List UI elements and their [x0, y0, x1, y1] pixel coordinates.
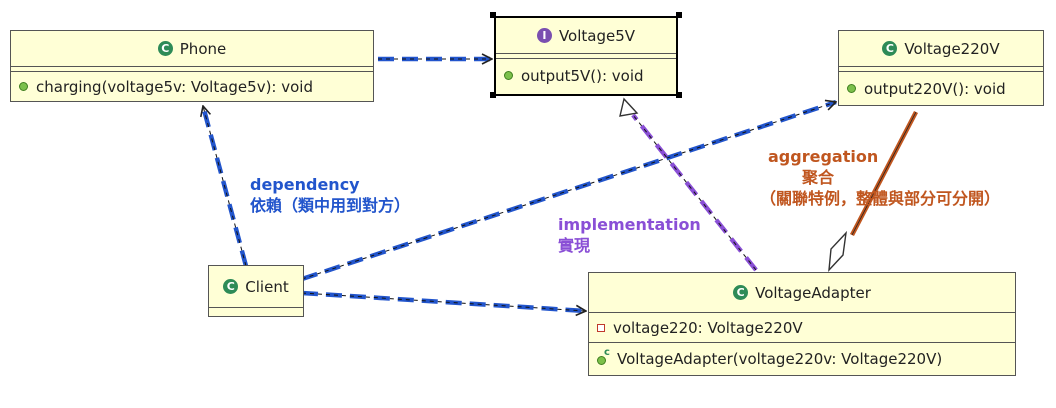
- note-implementation-desc: 實現: [558, 236, 591, 255]
- public-method-icon: [847, 84, 856, 93]
- class-client[interactable]: C Client: [208, 265, 304, 317]
- class-voltage220v-header: C Voltage220V: [839, 31, 1043, 67]
- note-aggregation: aggregation 聚合 （關聯特例，整體與部分可分開）: [760, 146, 1044, 209]
- class-voltage220v-name: Voltage220V: [904, 39, 1000, 58]
- constructor-icon: c: [597, 347, 610, 365]
- constructor-marker: c: [604, 347, 610, 358]
- public-method-icon: [504, 71, 513, 80]
- dependency-client-phone: [203, 106, 249, 267]
- note-aggregation-title: aggregation: [768, 147, 879, 166]
- selection-handle-top-right[interactable]: [676, 12, 682, 18]
- class-client-header: C Client: [209, 266, 303, 308]
- public-method-icon: [19, 82, 28, 91]
- class-icon: C: [882, 41, 898, 56]
- note-dependency-title: dependency: [250, 175, 360, 194]
- interface-voltage5v-method-text: output5V(): void: [521, 66, 644, 85]
- class-phone-header: C Phone: [11, 31, 373, 67]
- class-icon: C: [733, 285, 749, 300]
- selection-handle-bottom-left[interactable]: [490, 92, 496, 98]
- note-dependency-desc: 依賴（類中用到對方）: [250, 196, 411, 215]
- class-phone[interactable]: C Phone charging(voltage5v: Voltage5v): …: [10, 30, 374, 102]
- interface-voltage5v-header: I Voltage5V: [496, 18, 676, 54]
- class-voltage-adapter-name: VoltageAdapter: [755, 283, 871, 302]
- class-phone-method-text: charging(voltage5v: Voltage5v): void: [36, 77, 313, 96]
- interface-voltage5v-method[interactable]: output5V(): void: [496, 59, 676, 92]
- class-voltage-adapter-constructor[interactable]: c VoltageAdapter(voltage220v: Voltage220…: [589, 343, 1015, 375]
- interface-voltage5v-name: Voltage5V: [558, 26, 636, 45]
- class-voltage-adapter-field-text: voltage220: Voltage220V: [613, 318, 803, 337]
- class-client-attributes: [209, 308, 303, 313]
- class-voltage-adapter-header: C VoltageAdapter: [589, 273, 1015, 313]
- class-client-name: Client: [245, 277, 289, 296]
- note-aggregation-cn: 聚合: [802, 168, 835, 187]
- note-implementation-title: implementation: [558, 215, 701, 234]
- class-voltage220v-method-text: output220V(): void: [864, 79, 1006, 98]
- class-icon: C: [223, 279, 239, 294]
- private-field-icon: [597, 323, 605, 332]
- class-voltage220v[interactable]: C Voltage220V output220V(): void: [838, 30, 1044, 106]
- interface-icon: I: [536, 28, 552, 43]
- class-phone-name: Phone: [179, 39, 227, 58]
- class-voltage220v-method[interactable]: output220V(): void: [839, 72, 1043, 105]
- note-dependency: dependency 依賴（類中用到對方）: [250, 174, 410, 216]
- class-phone-method[interactable]: charging(voltage5v: Voltage5v): void: [11, 72, 373, 101]
- selection-handle-top-left[interactable]: [490, 12, 496, 18]
- note-aggregation-desc: （關聯特例，整體與部分可分開）: [760, 189, 1001, 208]
- class-voltage-adapter-constructor-text: VoltageAdapter(voltage220v: Voltage220V): [617, 350, 943, 368]
- class-voltage-adapter[interactable]: C VoltageAdapter voltage220: Voltage220V…: [588, 272, 1016, 376]
- note-implementation: implementation 實現: [558, 214, 701, 256]
- dependency-client-adapter: [301, 290, 586, 311]
- class-icon: C: [157, 41, 173, 56]
- selection-handle-bottom-right[interactable]: [676, 92, 682, 98]
- interface-voltage5v[interactable]: I Voltage5V output5V(): void: [494, 16, 678, 96]
- class-voltage-adapter-field[interactable]: voltage220: Voltage220V: [589, 313, 1015, 343]
